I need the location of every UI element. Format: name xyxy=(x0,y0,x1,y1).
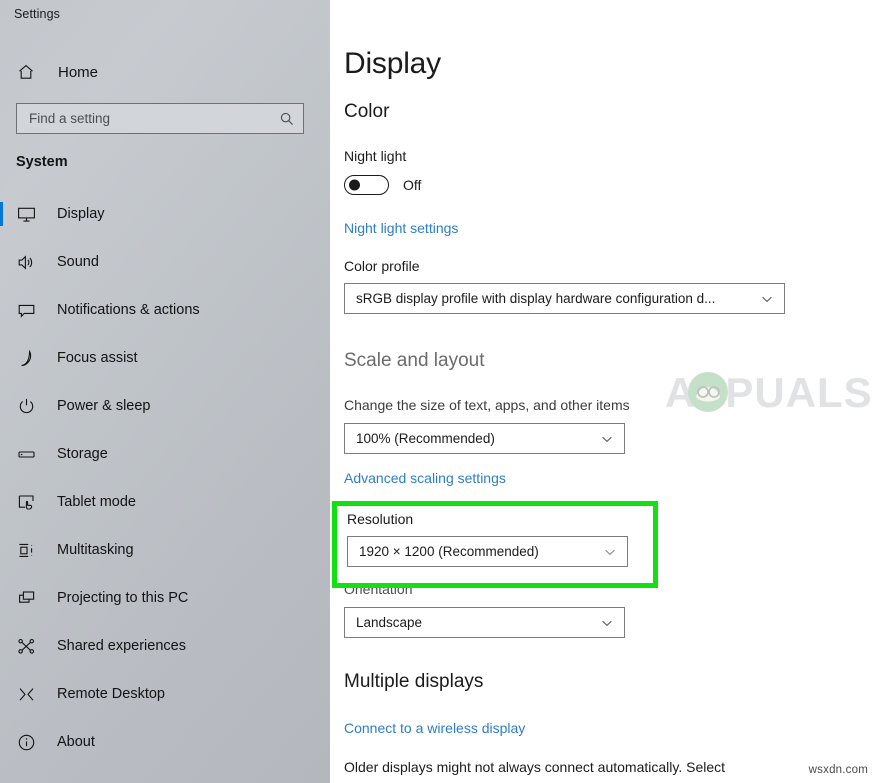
monitor-icon xyxy=(17,205,43,224)
sidebar-item-tablet-mode-label: Tablet mode xyxy=(57,494,136,510)
appuals-watermark: APPUALS xyxy=(665,366,876,420)
section-heading-multiple-displays: Multiple displays xyxy=(344,671,484,692)
sidebar-item-notifications[interactable]: Notifications & actions xyxy=(0,286,330,334)
scale-value: 100% (Recommended) xyxy=(356,431,495,446)
scale-dropdown[interactable]: 100% (Recommended) xyxy=(344,423,625,454)
orientation-value: Landscape xyxy=(356,615,423,630)
sidebar-nav: Display Sound Notifications & actions Fo… xyxy=(0,190,330,766)
color-profile-dropdown[interactable]: sRGB display profile with display hardwa… xyxy=(344,283,785,314)
section-heading-color: Color xyxy=(344,101,390,122)
sidebar-item-home[interactable]: Home xyxy=(0,57,330,87)
remote-desktop-icon xyxy=(17,685,43,704)
color-profile-value: sRGB display profile with display hardwa… xyxy=(356,291,716,306)
chevron-down-icon xyxy=(760,292,774,306)
sidebar-group-title: System xyxy=(16,154,68,170)
connect-wireless-display-link[interactable]: Connect to a wireless display xyxy=(344,720,525,736)
sidebar-item-multitasking[interactable]: Multitasking xyxy=(0,526,330,574)
sidebar-item-shared-experiences-label: Shared experiences xyxy=(57,638,186,654)
appuals-watermark-text: APPUALS xyxy=(665,369,873,416)
power-icon xyxy=(17,397,43,416)
sidebar-item-shared-experiences[interactable]: Shared experiences xyxy=(0,622,330,670)
sidebar-item-about-label: About xyxy=(57,734,95,750)
sidebar-item-focus-assist-label: Focus assist xyxy=(57,350,138,366)
chevron-down-icon xyxy=(600,432,614,446)
sidebar-item-focus-assist[interactable]: Focus assist xyxy=(0,334,330,382)
info-icon xyxy=(17,733,43,752)
moon-icon xyxy=(17,349,43,368)
drive-icon xyxy=(17,445,43,464)
sidebar-item-projecting-label: Projecting to this PC xyxy=(57,590,189,606)
night-light-toggle[interactable] xyxy=(344,175,389,195)
toggle-knob xyxy=(349,179,360,191)
window-title: Settings xyxy=(14,7,60,21)
page-title: Display xyxy=(344,47,441,80)
search-placeholder: Find a setting xyxy=(29,110,111,126)
home-icon xyxy=(17,63,47,81)
sidebar-item-tablet-mode[interactable]: Tablet mode xyxy=(0,478,330,526)
orientation-dropdown[interactable]: Landscape xyxy=(344,607,625,638)
sidebar-item-power-sleep[interactable]: Power & sleep xyxy=(0,382,330,430)
sidebar-item-remote-desktop[interactable]: Remote Desktop xyxy=(0,670,330,718)
chevron-down-icon xyxy=(600,616,614,630)
sidebar-item-multitasking-label: Multitasking xyxy=(57,542,134,558)
main-content: Display Color Night light Off Night ligh… xyxy=(330,0,876,783)
sidebar-item-home-label: Home xyxy=(58,63,99,81)
orientation-label: Orientation xyxy=(344,581,413,597)
sidebar-item-notifications-label: Notifications & actions xyxy=(57,302,200,318)
tablet-icon xyxy=(17,493,43,512)
settings-window: Settings Home Find a setting System Disp… xyxy=(0,0,876,783)
resolution-value: 1920 × 1200 (Recommended) xyxy=(359,544,539,559)
night-light-label: Night light xyxy=(344,148,407,164)
sidebar-item-sound[interactable]: Sound xyxy=(0,238,330,286)
sidebar-item-display-label: Display xyxy=(57,206,105,222)
search-icon xyxy=(279,111,295,127)
change-size-label: Change the size of text, apps, and other… xyxy=(344,397,630,413)
sidebar-item-power-sleep-label: Power & sleep xyxy=(57,398,151,414)
notification-icon xyxy=(17,301,43,320)
appuals-logo-icon xyxy=(686,370,730,414)
advanced-scaling-settings-link[interactable]: Advanced scaling settings xyxy=(344,470,506,486)
night-light-toggle-row: Off xyxy=(344,175,421,195)
sidebar-item-sound-label: Sound xyxy=(57,254,99,270)
color-profile-label: Color profile xyxy=(344,258,420,274)
sidebar-item-display[interactable]: Display xyxy=(0,190,330,238)
speaker-icon xyxy=(17,253,43,272)
search-input[interactable]: Find a setting xyxy=(16,103,304,134)
night-light-settings-link[interactable]: Night light settings xyxy=(344,220,458,236)
multiple-displays-note: Older displays might not always connect … xyxy=(344,759,726,775)
site-watermark: wsxdn.com xyxy=(808,764,868,776)
resolution-dropdown[interactable]: 1920 × 1200 (Recommended) xyxy=(347,536,628,567)
night-light-state: Off xyxy=(403,177,422,193)
sidebar-item-storage-label: Storage xyxy=(57,446,108,462)
sidebar-item-remote-desktop-label: Remote Desktop xyxy=(57,686,165,702)
sidebar-item-storage[interactable]: Storage xyxy=(0,430,330,478)
chevron-down-icon xyxy=(603,545,617,559)
share-icon xyxy=(17,637,43,656)
sidebar-item-about[interactable]: About xyxy=(0,718,330,766)
section-heading-scale-and-layout: Scale and layout xyxy=(344,350,485,371)
resolution-label: Resolution xyxy=(347,511,414,527)
project-icon xyxy=(17,589,43,608)
multitasking-icon xyxy=(17,541,43,560)
sidebar: Settings Home Find a setting System Disp… xyxy=(0,0,330,783)
sidebar-item-projecting[interactable]: Projecting to this PC xyxy=(0,574,330,622)
